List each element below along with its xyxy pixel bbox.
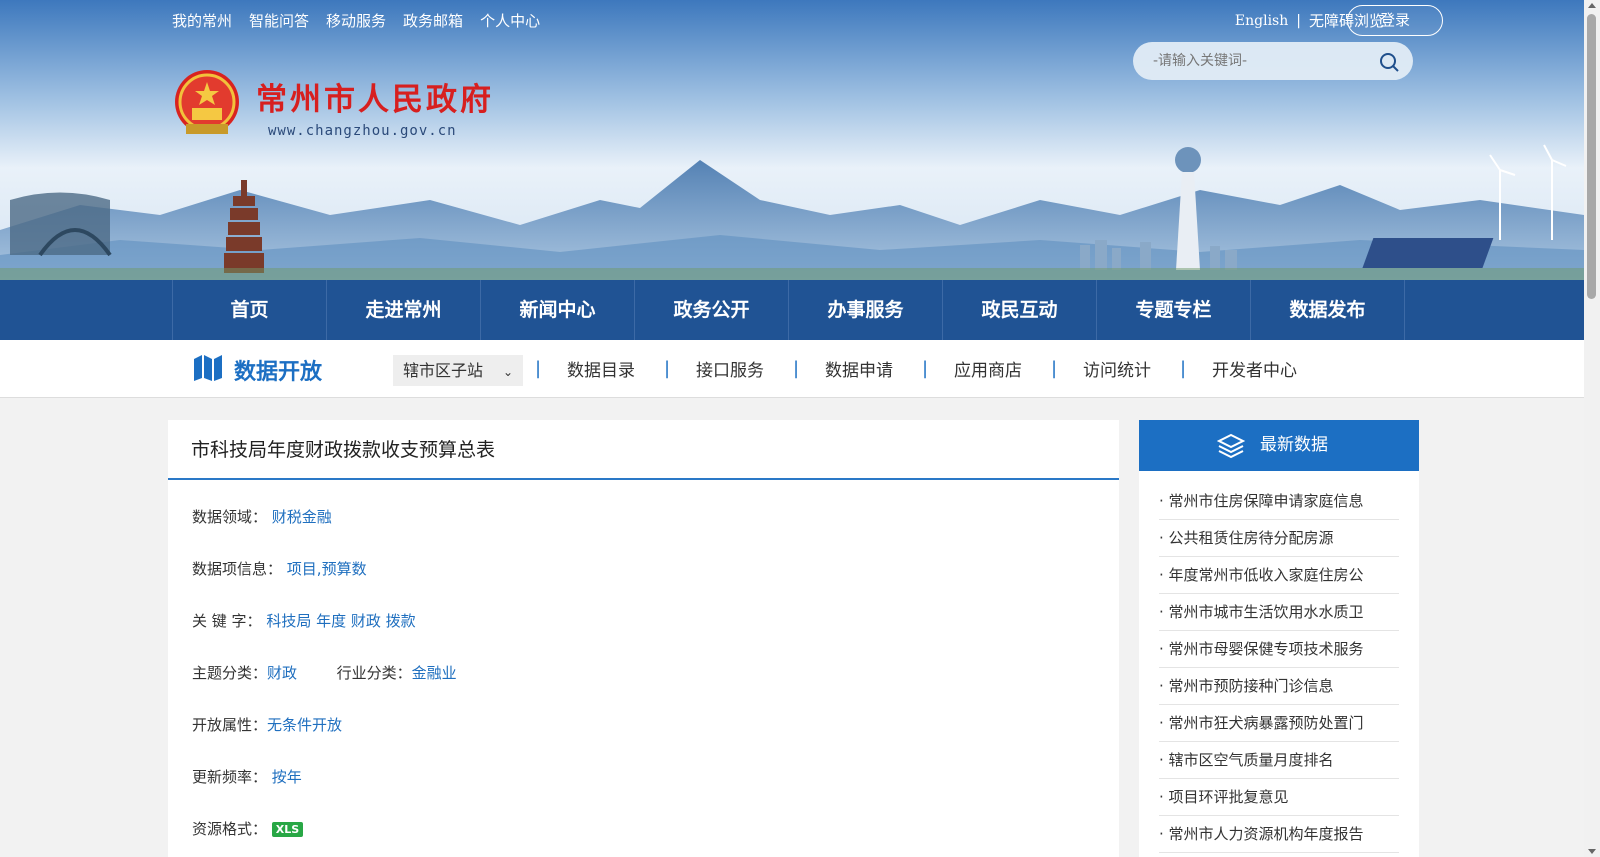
top-links: 我的常州 智能问答 移动服务 政务邮箱 个人中心 (172, 10, 540, 31)
national-emblem-logo (175, 70, 239, 134)
top-link-my-changzhou[interactable]: 我的常州 (172, 10, 232, 31)
field-label: 更新频率： (192, 768, 268, 786)
field-label: 资源格式： (192, 820, 268, 838)
field-data-domain: 数据领域： 财税金融 (192, 506, 332, 527)
nav-interaction[interactable]: 政民互动 (943, 280, 1097, 340)
nav-services[interactable]: 办事服务 (789, 280, 943, 340)
region-select-value: 辖市区子站 (403, 361, 484, 380)
login-button[interactable]: 登录 (1347, 5, 1443, 36)
field-value-link[interactable]: 科技局 年度 财政 拨款 (266, 612, 415, 630)
site-name: 常州市人民政府 (256, 82, 494, 118)
nav-data-release[interactable]: 数据发布 (1251, 280, 1405, 340)
list-item[interactable]: · 常州市母婴保健专项技术服务 (1159, 631, 1399, 668)
region-select[interactable]: 辖市区子站 ⌄ (393, 355, 523, 386)
nav-gov-affairs[interactable]: 政务公开 (635, 280, 789, 340)
latest-data-header: 最新数据 (1139, 420, 1419, 471)
scrollbar[interactable] (1584, 0, 1600, 857)
latest-data-panel: 最新数据 · 常州市住房保障申请家庭信息 · 公共租赁住房待分配房源 · 年度常… (1139, 420, 1419, 857)
nav-special-topics[interactable]: 专题专栏 (1097, 280, 1251, 340)
list-item[interactable]: · 常州市狂犬病暴露预防处置门 (1159, 705, 1399, 742)
field-value-link[interactable]: 按年 (272, 768, 302, 786)
field-update-frequency: 更新频率： 按年 (192, 766, 302, 787)
latest-data-title: 最新数据 (1260, 435, 1328, 455)
map-icon (194, 355, 222, 381)
list-item[interactable]: · 常州市人力资源机构年度报告 (1159, 816, 1399, 853)
data-open-title[interactable]: 数据开放 (234, 354, 322, 386)
field-value-link[interactable]: 金融业 (412, 664, 457, 682)
top-link-smart-qa[interactable]: 智能问答 (249, 10, 309, 31)
field-value-link[interactable]: 无条件开放 (267, 716, 342, 734)
scroll-down-arrow-icon[interactable] (1588, 849, 1596, 854)
site-url: www.changzhou.gov.cn (268, 123, 457, 139)
sub-nav-developer-center[interactable]: 开发者中心 (1183, 356, 1326, 381)
field-label: 行业分类： (336, 664, 412, 682)
main-nav: 首页 走进常州 新闻中心 政务公开 办事服务 政民互动 专题专栏 数据发布 (0, 280, 1584, 340)
list-item[interactable]: · 项目环评批复意见 (1159, 779, 1399, 816)
list-item[interactable]: · 常州市预防接种门诊信息 (1159, 668, 1399, 705)
nav-news-center[interactable]: 新闻中心 (481, 280, 635, 340)
sub-nav-visit-stats[interactable]: 访问统计 (1054, 356, 1180, 381)
field-topic: 主题分类：财政 行业分类：金融业 (192, 662, 457, 683)
site-brand: 常州市人民政府 www.changzhou.gov.cn (256, 74, 494, 139)
field-value-link[interactable]: 项目,预算数 (287, 560, 367, 578)
divider: | (1296, 12, 1301, 29)
chevron-down-icon: ⌄ (502, 365, 513, 379)
field-resource-format: 资源格式： XLS (192, 818, 304, 839)
sub-nav-app-store[interactable]: 应用商店 (925, 356, 1051, 381)
field-label: 主题分类： (192, 664, 268, 682)
dataset-detail-card: 市科技局年度财政拨款收支预算总表 数据领域： 财税金融 数据项信息： 项目,预算… (168, 420, 1119, 857)
list-item[interactable]: · 辖市区空气质量月度排名 (1159, 742, 1399, 779)
field-label: 数据项信息： (192, 560, 283, 578)
latest-data-list: · 常州市住房保障申请家庭信息 · 公共租赁住房待分配房源 · 年度常州市低收入… (1139, 471, 1419, 853)
list-item[interactable]: · 年度常州市低收入家庭住房公 (1159, 557, 1399, 594)
top-link-mobile-service[interactable]: 移动服务 (326, 10, 386, 31)
list-item[interactable]: · 常州市住房保障申请家庭信息 (1159, 483, 1399, 520)
field-value-link[interactable]: 财政 (267, 664, 297, 682)
xls-format-badge[interactable]: XLS (271, 822, 304, 837)
sub-nav-api-service[interactable]: 接口服务 (667, 356, 793, 381)
list-item[interactable]: · 常州市城市生活饮用水水质卫 (1159, 594, 1399, 631)
sub-nav: 数据开放 辖市区子站 ⌄ | 数据目录 | 接口服务 | 数据申请 | 应用商店… (0, 340, 1584, 398)
search-icon[interactable] (1379, 52, 1399, 72)
field-value-link[interactable]: 财税金融 (272, 508, 332, 526)
field-data-items: 数据项信息： 项目,预算数 (192, 558, 367, 579)
top-link-gov-mail[interactable]: 政务邮箱 (403, 10, 463, 31)
sub-nav-links: | 数据目录 | 接口服务 | 数据申请 | 应用商店 | 访问统计 | 开发者… (535, 356, 1326, 381)
english-link[interactable]: English (1235, 13, 1288, 29)
sub-nav-data-request[interactable]: 数据申请 (796, 356, 922, 381)
layers-icon (1217, 433, 1245, 459)
dataset-title: 市科技局年度财政拨款收支预算总表 (168, 420, 1119, 480)
field-open-attribute: 开放属性：无条件开放 (192, 714, 342, 735)
search-box (1133, 42, 1413, 80)
list-item[interactable]: · 公共租赁住房待分配房源 (1159, 520, 1399, 557)
field-label: 关 键 字： (192, 612, 262, 630)
field-keywords: 关 键 字： 科技局 年度 财政 拨款 (192, 610, 416, 631)
sub-nav-data-catalog[interactable]: 数据目录 (538, 356, 664, 381)
scrollbar-thumb[interactable] (1587, 14, 1596, 299)
field-label: 开放属性： (192, 716, 268, 734)
header-banner: 我的常州 智能问答 移动服务 政务邮箱 个人中心 English | 无障碍浏览… (0, 0, 1584, 280)
nav-about-changzhou[interactable]: 走进常州 (327, 280, 481, 340)
nav-home[interactable]: 首页 (173, 280, 327, 340)
field-label: 数据领域： (192, 508, 268, 526)
top-link-personal-center[interactable]: 个人中心 (480, 10, 540, 31)
scroll-up-arrow-icon[interactable] (1588, 3, 1596, 8)
search-input[interactable] (1153, 42, 1373, 80)
